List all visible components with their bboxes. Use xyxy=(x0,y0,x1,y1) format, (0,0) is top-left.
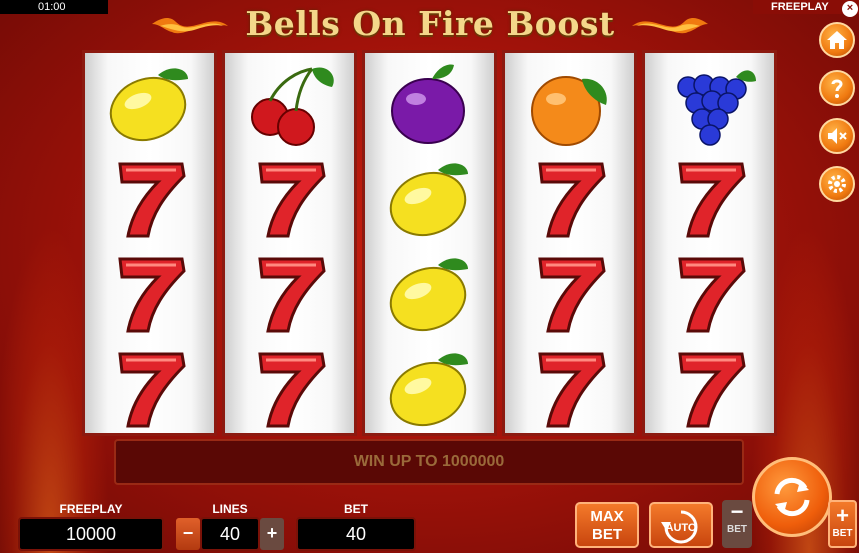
balance-label: FREEPLAY xyxy=(59,502,123,516)
orange-symbol-icon xyxy=(512,57,627,149)
max-bet-top-label: MAX xyxy=(590,508,624,525)
win-message: WIN UP TO 1000000 xyxy=(114,439,744,485)
bet-value: 40 xyxy=(296,517,416,551)
lemon-symbol-icon xyxy=(372,152,487,244)
clock: 01:00 xyxy=(0,0,108,14)
max-bet-bottom-label: BET xyxy=(592,526,622,543)
help-button[interactable] xyxy=(819,70,855,106)
seven-symbol-icon xyxy=(232,342,347,434)
seven-symbol-icon xyxy=(232,152,347,244)
help-icon xyxy=(831,79,843,98)
lines-label: LINES xyxy=(212,502,248,516)
reel-1 xyxy=(82,50,217,436)
autoplay-label: AUTO xyxy=(665,522,697,534)
spin-icon xyxy=(774,477,810,517)
home-icon xyxy=(827,31,847,49)
close-button[interactable]: × xyxy=(842,1,858,17)
seven-symbol-icon xyxy=(512,247,627,339)
lemon-symbol-icon xyxy=(372,342,487,434)
home-button[interactable] xyxy=(819,22,855,58)
bet-increase-label: BET xyxy=(832,528,853,539)
reel-2 xyxy=(222,50,357,436)
cherries-symbol-icon xyxy=(232,57,347,149)
balance-value: 10000 xyxy=(18,517,164,551)
max-bet-button[interactable]: MAX BET xyxy=(575,502,639,548)
reels-area xyxy=(82,50,780,436)
lines-decrease-button[interactable]: − xyxy=(176,518,200,550)
bet-label: BET xyxy=(344,502,368,516)
bet-decrease-button[interactable]: − BET xyxy=(722,500,752,548)
settings-icon xyxy=(828,175,846,193)
reel-5 xyxy=(642,50,777,436)
game-title-banner: Bells On Fire Boost xyxy=(150,4,710,46)
bet-decrease-label: BET xyxy=(727,524,747,535)
settings-button[interactable] xyxy=(819,166,855,202)
seven-symbol-icon xyxy=(92,152,207,244)
bet-decrease-symbol: − xyxy=(730,499,744,524)
reel-3 xyxy=(362,50,497,436)
game-title: Bells On Fire Boost xyxy=(245,4,615,43)
sound-button[interactable] xyxy=(819,118,855,154)
flame-right-icon xyxy=(632,18,708,34)
reel-4 xyxy=(502,50,637,436)
bet-increase-symbol: + xyxy=(836,503,849,528)
sound-muted-icon xyxy=(828,128,847,144)
seven-symbol-icon xyxy=(232,247,347,339)
seven-symbol-icon xyxy=(652,152,767,244)
lemon-symbol-icon xyxy=(92,57,207,149)
seven-symbol-icon xyxy=(652,342,767,434)
seven-symbol-icon xyxy=(92,342,207,434)
grapes-symbol-icon xyxy=(652,57,767,149)
lemon-symbol-icon xyxy=(372,247,487,339)
plum-symbol-icon xyxy=(372,57,487,149)
spin-button[interactable] xyxy=(752,457,832,537)
seven-symbol-icon xyxy=(652,247,767,339)
lines-increase-button[interactable]: + xyxy=(260,518,284,550)
seven-symbol-icon xyxy=(92,247,207,339)
bet-increase-button[interactable]: + BET xyxy=(828,500,857,548)
lines-value: 40 xyxy=(200,517,260,551)
autoplay-button[interactable]: AUTO xyxy=(649,502,713,548)
seven-symbol-icon xyxy=(512,342,627,434)
seven-symbol-icon xyxy=(512,152,627,244)
